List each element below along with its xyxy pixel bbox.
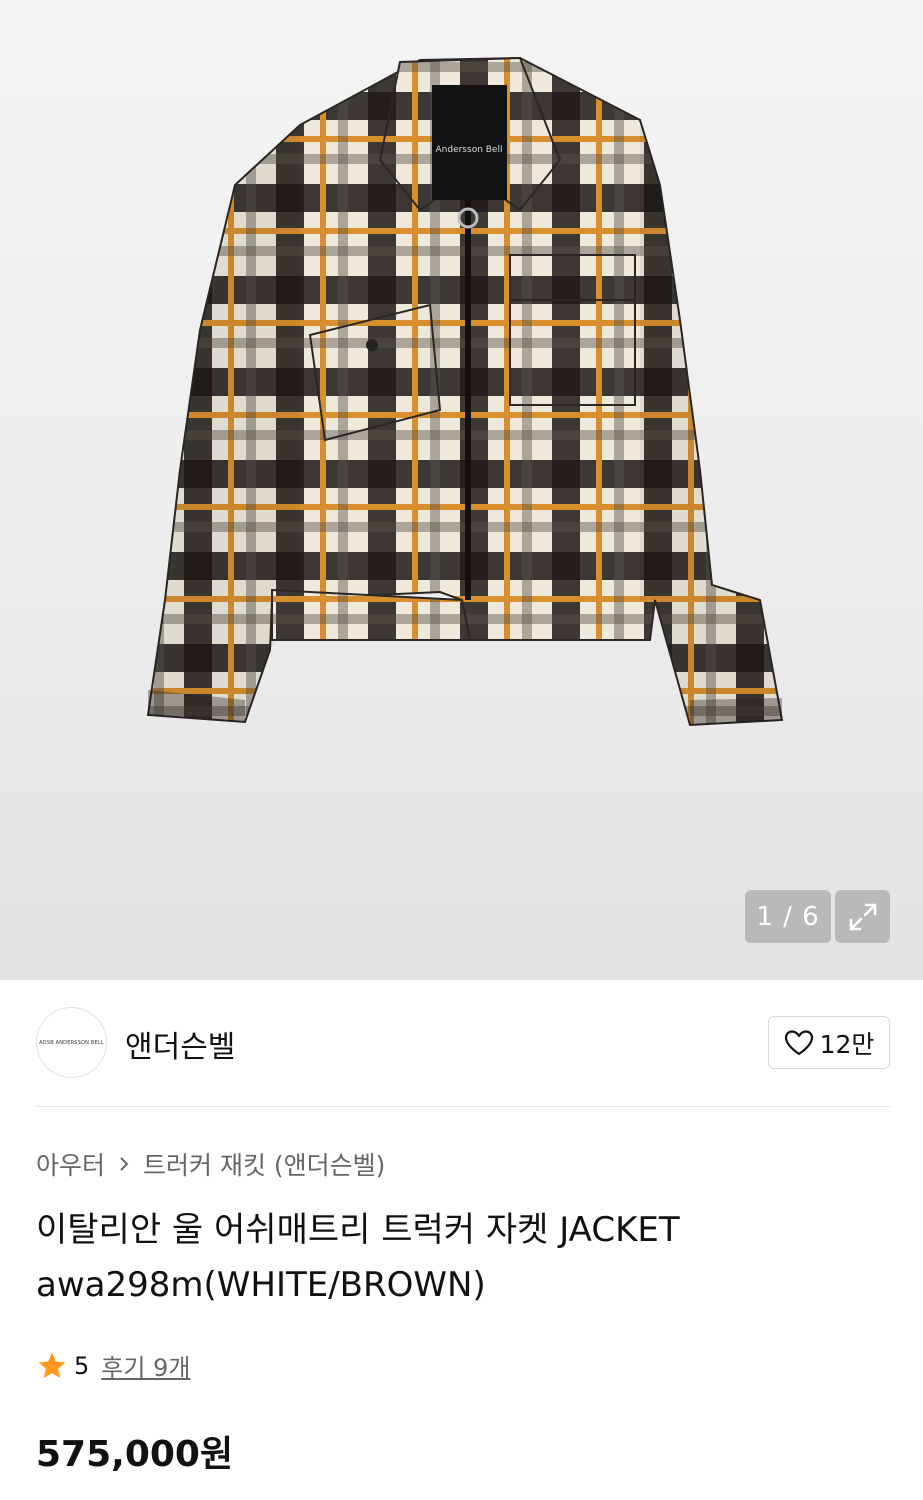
- breadcrumb: 아우터 트러커 재킷 (앤더슨벨): [36, 1146, 385, 1182]
- star-icon: [38, 1352, 66, 1378]
- like-button[interactable]: 12만: [768, 1016, 890, 1069]
- heart-icon: [784, 1029, 813, 1055]
- chevron-right-icon: [117, 1154, 131, 1174]
- jacket-label-text: Andersson Bell: [436, 145, 503, 155]
- image-counter: 1 / 6: [745, 890, 831, 943]
- expand-icon: [849, 903, 876, 930]
- brand-logo[interactable]: ADSB ANDERSSON BELL: [36, 1007, 107, 1078]
- brand-logo-text: ADSB ANDERSSON BELL: [39, 1039, 104, 1046]
- product-title: 이탈리안 울 어쉬매트리 트럭커 자켓 JACKET awa298m(WHITE…: [36, 1210, 680, 1305]
- breadcrumb-subcategory[interactable]: 트러커 재킷 (앤더슨벨): [143, 1146, 385, 1182]
- product-image: Andersson Bell: [146, 56, 784, 727]
- like-count: 12만: [819, 1029, 875, 1059]
- brand-name[interactable]: 앤더슨벨: [125, 1022, 235, 1066]
- rating-score: 5: [74, 1351, 90, 1380]
- product-image-gallery[interactable]: Andersson Bell 1 / 6: [0, 0, 923, 980]
- price: 575,000원: [36, 1434, 234, 1475]
- divider: [36, 1106, 890, 1107]
- breadcrumb-category[interactable]: 아우터: [36, 1146, 105, 1182]
- review-link[interactable]: 후기 9개: [101, 1348, 190, 1383]
- rating-row: 5 후기 9개: [36, 1348, 190, 1383]
- brand-row: ADSB ANDERSSON BELL 앤더슨벨 12만: [36, 1007, 890, 1079]
- expand-image-button[interactable]: [835, 890, 890, 943]
